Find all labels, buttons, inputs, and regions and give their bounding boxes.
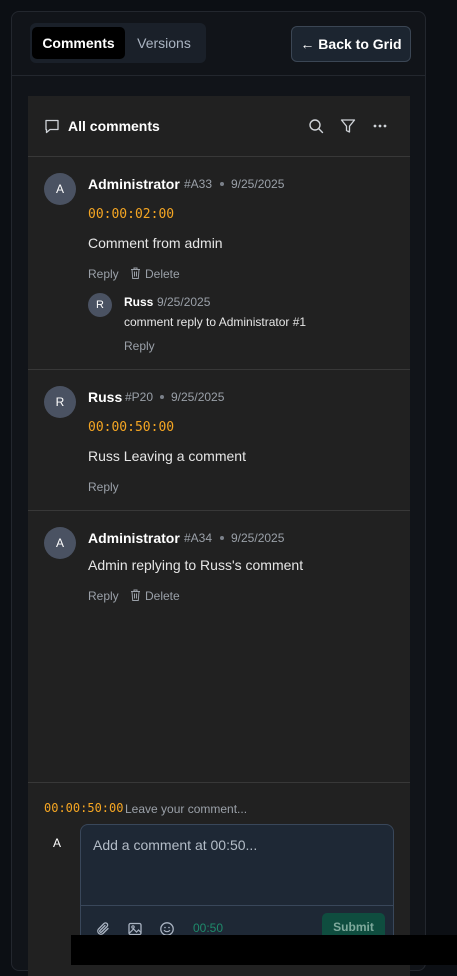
meta-separator bbox=[220, 182, 224, 186]
comment-date: 9/25/2025 bbox=[231, 177, 285, 191]
comment-icon bbox=[45, 119, 59, 134]
comment-id: #P20 bbox=[125, 390, 154, 404]
panel-title: All comments bbox=[68, 118, 160, 134]
reply-button[interactable]: Reply bbox=[88, 589, 119, 603]
reply-date: 9/25/2025 bbox=[157, 295, 211, 309]
comment-author: Administrator bbox=[88, 176, 180, 192]
time-badge: 00:50 bbox=[193, 921, 224, 935]
meta-separator bbox=[160, 395, 164, 399]
trash-icon[interactable] bbox=[130, 267, 141, 279]
comment-author: Russ bbox=[88, 389, 123, 405]
delete-button[interactable]: Delete bbox=[145, 267, 180, 281]
comment-timecode[interactable]: 00:00:50:00 bbox=[88, 420, 174, 435]
avatar: A bbox=[44, 173, 76, 205]
tab-versions[interactable]: Versions bbox=[126, 27, 202, 59]
composer-divider bbox=[28, 782, 410, 783]
comment-author: Administrator bbox=[88, 530, 180, 546]
bottom-overlay bbox=[71, 935, 457, 965]
reply-button[interactable]: Reply bbox=[88, 480, 119, 494]
reply-text: comment reply to Administrator #1 bbox=[124, 315, 307, 329]
filter-icon[interactable] bbox=[340, 118, 356, 134]
comment-input-placeholder: Add a comment at 00:50... bbox=[93, 837, 258, 853]
search-icon[interactable] bbox=[308, 118, 324, 134]
comment-id: #A33 bbox=[184, 177, 213, 191]
comment-date: 9/25/2025 bbox=[231, 531, 285, 545]
reply-button[interactable]: Reply bbox=[124, 339, 155, 353]
avatar: R bbox=[44, 386, 76, 418]
composer-timecode: 00:00:50:00 bbox=[44, 801, 124, 815]
panel-header-divider bbox=[28, 156, 410, 157]
back-to-grid-button[interactable]: ← Back to Grid bbox=[291, 26, 411, 62]
composer-hint: Leave your comment... bbox=[125, 802, 248, 816]
meta-separator bbox=[220, 536, 224, 540]
header-divider bbox=[11, 75, 426, 76]
avatar: A bbox=[44, 527, 76, 559]
comment-timecode[interactable]: 00:00:02:00 bbox=[88, 207, 174, 222]
trash-icon[interactable] bbox=[130, 589, 141, 601]
comment-id: #A34 bbox=[184, 531, 213, 545]
more-icon[interactable] bbox=[372, 118, 388, 134]
comments-card: All comments A Administrator #A33 9/25/2… bbox=[28, 96, 410, 976]
avatar: R bbox=[88, 293, 112, 317]
reply-author: Russ bbox=[124, 295, 154, 309]
comment-text: Comment from admin bbox=[88, 235, 223, 251]
comment-divider bbox=[28, 510, 410, 511]
tab-bar: Comments Versions bbox=[30, 23, 206, 63]
comment-text: Admin replying to Russ's comment bbox=[88, 557, 304, 573]
avatar: A bbox=[53, 836, 62, 850]
comment-date: 9/25/2025 bbox=[171, 390, 225, 404]
comment-text: Russ Leaving a comment bbox=[88, 448, 246, 464]
reply-button[interactable]: Reply bbox=[88, 267, 119, 281]
tab-comments[interactable]: Comments bbox=[32, 27, 125, 59]
delete-button[interactable]: Delete bbox=[145, 589, 180, 603]
input-toolbar-divider bbox=[81, 905, 393, 906]
comment-divider bbox=[28, 369, 410, 370]
